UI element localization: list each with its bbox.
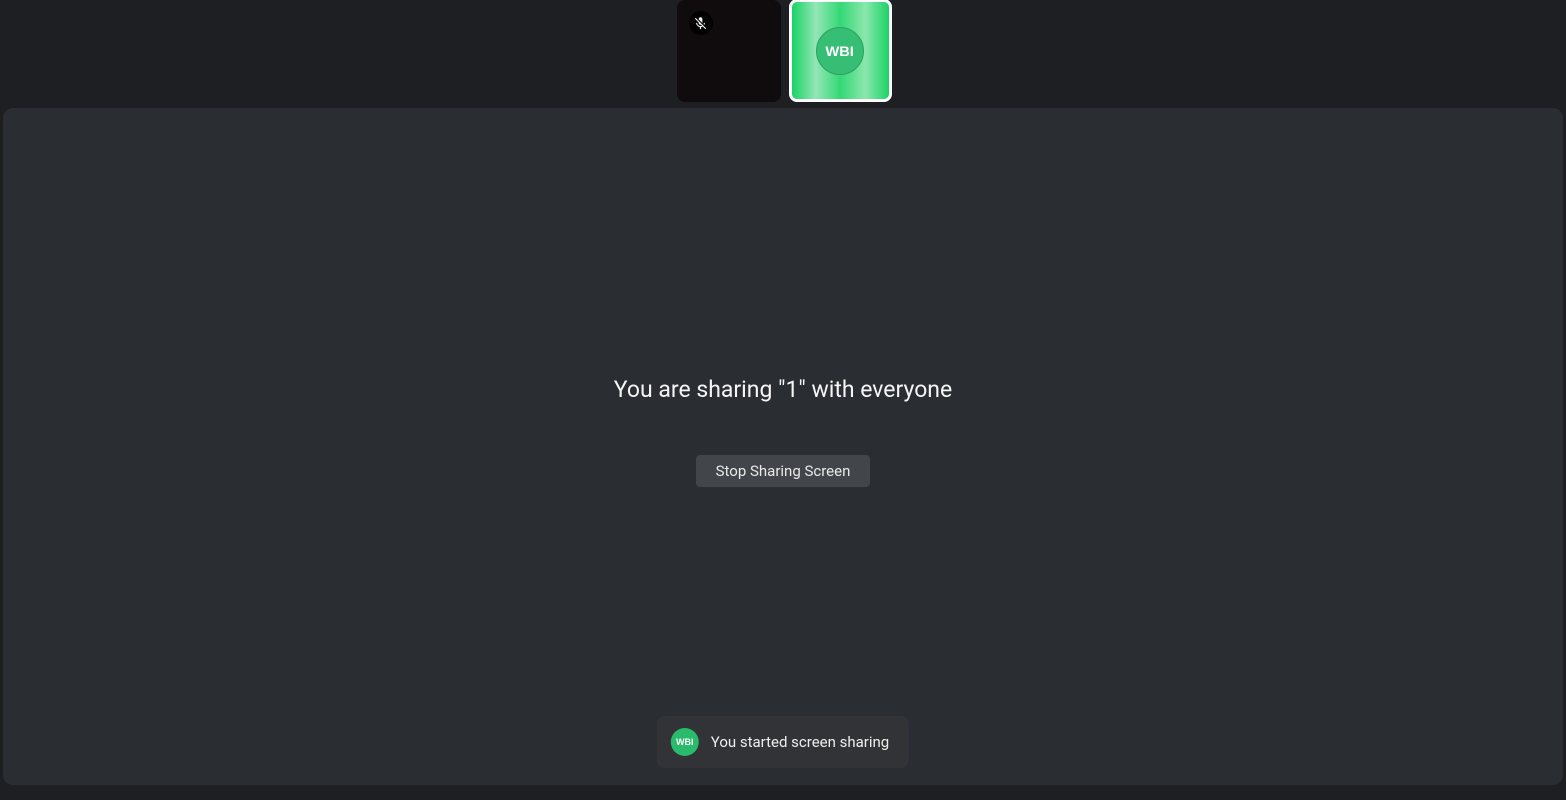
stop-sharing-button[interactable]: Stop Sharing Screen: [696, 455, 871, 487]
toast-notification: WBI You started screen sharing: [657, 716, 909, 768]
toast-text: You started screen sharing: [711, 733, 889, 751]
avatar: WBI: [816, 27, 864, 75]
microphone-off-icon: [693, 16, 708, 31]
screen-share-stage: You are sharing "1" with everyone Stop S…: [3, 108, 1563, 785]
participant-tile-self[interactable]: [677, 0, 781, 102]
avatar-label: WBI: [826, 43, 855, 59]
participant-strip: WBI: [0, 0, 1566, 107]
participant-tile-screenshare[interactable]: WBI: [791, 1, 890, 100]
share-status-message: You are sharing "1" with everyone: [614, 376, 952, 403]
toast-avatar-label: WBI: [676, 737, 694, 747]
mic-muted-icon: [689, 11, 713, 35]
toast-avatar: WBI: [671, 728, 699, 756]
